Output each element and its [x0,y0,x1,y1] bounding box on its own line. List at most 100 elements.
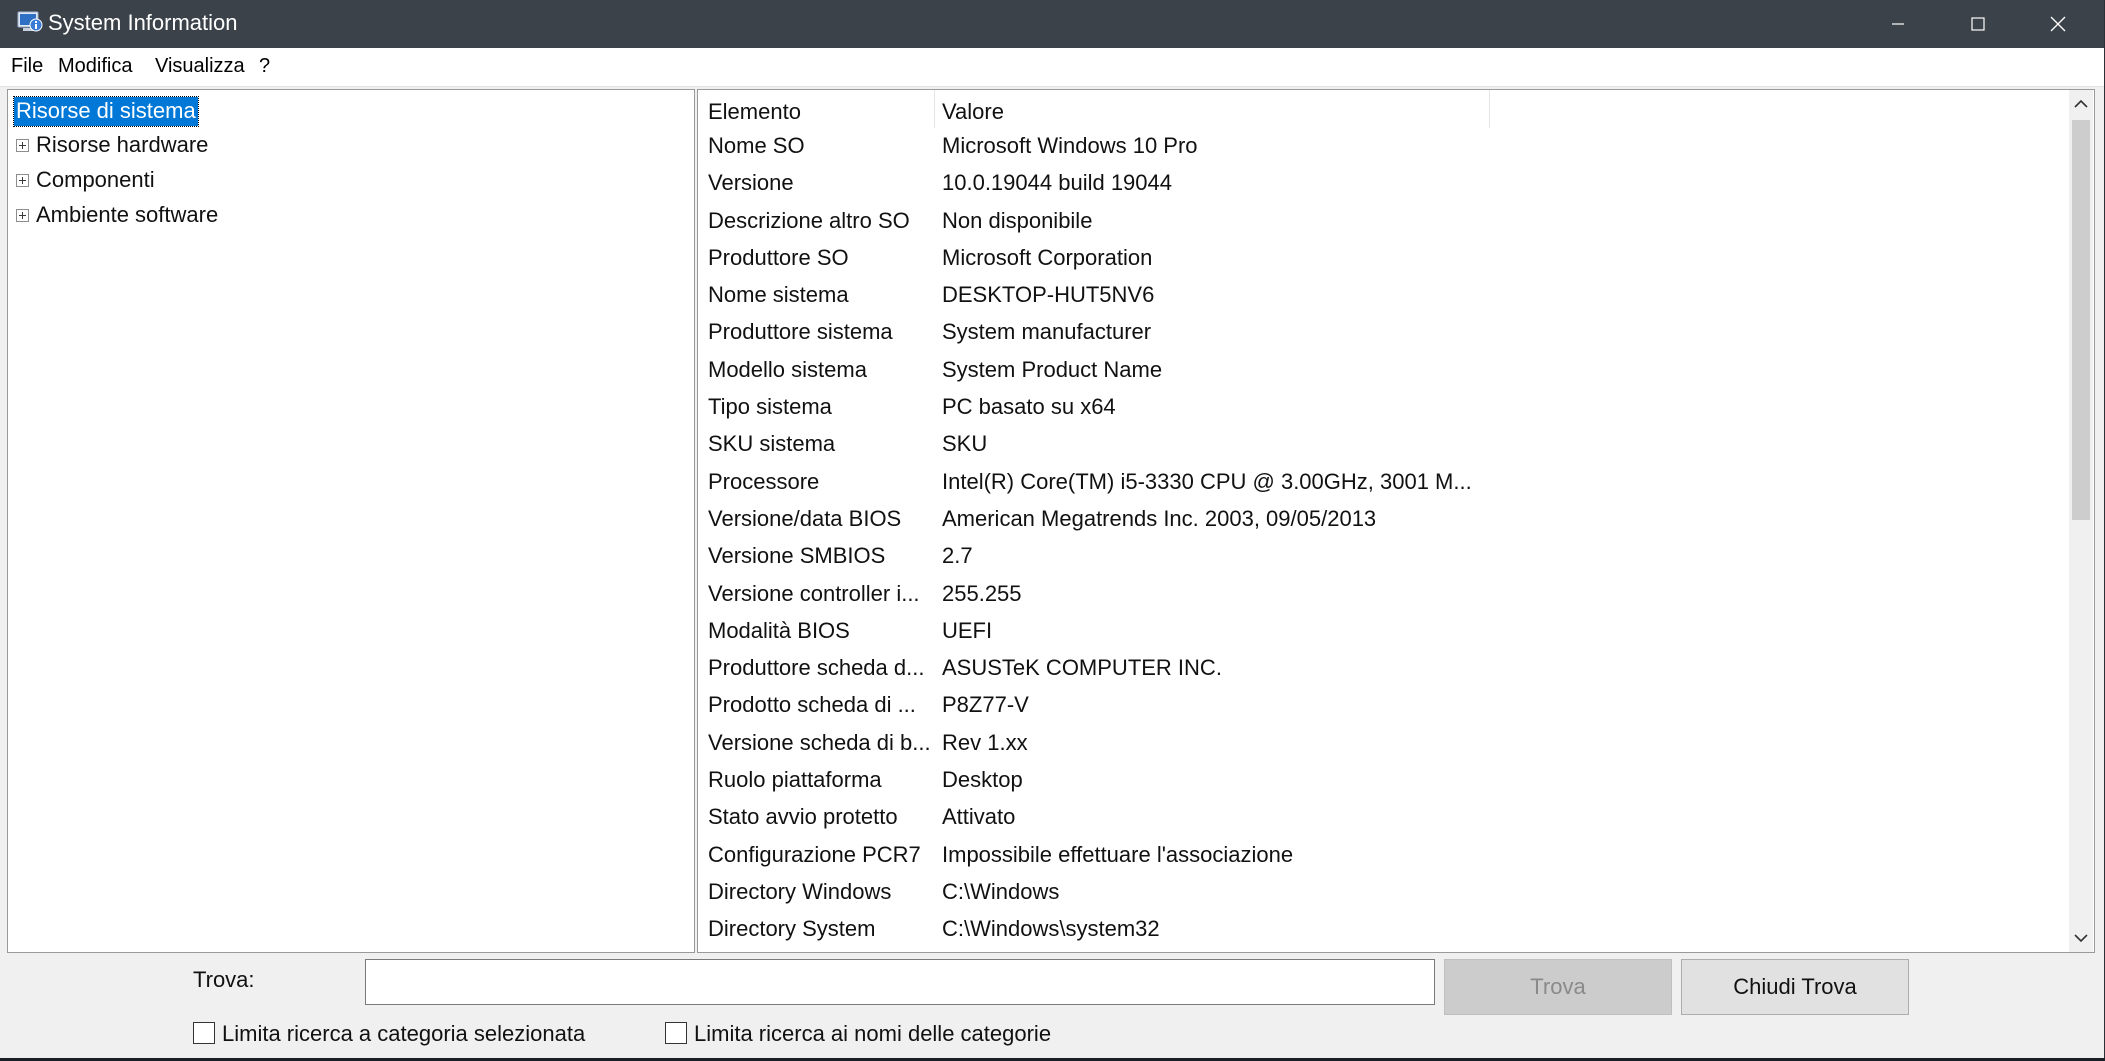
table-row[interactable]: Descrizione altro SO Non disponibile [698,203,2068,240]
table-row[interactable]: Configurazione PCR7 Impossibile effettuar… [698,837,2068,874]
table-row[interactable]: Versione scheda di b... Rev 1.xx [698,725,2068,762]
vertical-scrollbar[interactable] [2069,90,2093,952]
menu-help[interactable]: ? [259,55,270,78]
row-element-value: PC basato su x64 [942,394,1116,420]
row-element-value: SKU [942,431,988,457]
row-element-name: Processore [708,468,820,494]
row-element-name: Versione SMBIOS [708,543,886,569]
table-row[interactable]: Directory Windows C:\Windows [698,874,2068,911]
category-tree[interactable]: Risorse di sistema Risorse hardware Comp… [7,89,695,953]
expand-icon[interactable] [16,174,29,187]
limit-names-checkbox[interactable]: Limita ricerca ai nomi delle categorie [665,1020,1085,1046]
table-row[interactable]: Modello sistema System Product Name [698,352,2068,389]
row-element-name: SKU sistema [708,431,836,457]
row-element-name: Versione controller i... [708,580,920,606]
table-row[interactable]: Processore Intel(R) Core(TM) i5-3330 CPU … [698,464,2068,501]
window-title: System Information [48,10,238,35]
maximize-icon [1971,17,1985,31]
row-element-name: Versione/data BIOS [708,505,902,531]
scroll-up-button[interactable] [2069,90,2093,118]
table-row[interactable]: SKU sistema SKU [698,426,2068,463]
row-element-value: ASUSTeK COMPUTER INC. [942,655,1222,681]
menu-visualizza[interactable]: Visualizza [155,55,245,78]
row-element-name: Prodotto scheda di ... [708,692,916,718]
table-row[interactable]: Versione controller i... 255.255 [698,576,2068,613]
tree-item-label: Componenti [36,167,155,192]
row-element-name: Ruolo piattaforma [708,767,882,793]
table-row[interactable]: Directory System C:\Windows\system32 [698,911,2068,948]
find-label: Trova: [193,967,255,992]
row-element-value: 10.0.19044 build 19044 [942,170,1172,196]
minimize-button[interactable] [1858,0,1938,48]
row-element-name: Nome sistema [708,282,849,308]
row-element-value: System Product Name [942,356,1163,382]
row-element-value: C:\Windows\system32 [942,916,1160,942]
column-divider[interactable] [1489,90,1490,128]
row-element-name: Stato avvio protetto [708,804,898,830]
table-row[interactable]: Produttore sistema System manufacturer [698,314,2068,351]
list-rows: Nome SO Microsoft Windows 10 Pro Versione 1… [698,128,2068,949]
table-row[interactable]: Ruolo piattaforma Desktop [698,762,2068,799]
tree-item-label: Risorse hardware [36,132,209,157]
close-button[interactable] [2018,0,2098,48]
row-element-name: Modalità BIOS [708,617,850,643]
menu-file[interactable]: File [11,55,43,78]
menu-bar: File Modifica Visualizza ? [0,48,2104,87]
close-find-button[interactable]: Chiudi Trova [1681,959,1909,1015]
table-row[interactable]: Produttore scheda d... ASUSTeK COMPUTER I… [698,650,2068,687]
chevron-up-icon [2074,99,2088,108]
table-row[interactable]: Tipo sistema PC basato su x64 [698,389,2068,426]
table-row[interactable]: Nome SO Microsoft Windows 10 Pro [698,128,2068,165]
row-element-value: C:\Windows [942,878,1060,904]
tree-item-risorse-di-sistema[interactable]: Risorse di sistema [13,96,199,127]
column-header-valore[interactable]: Valore [942,99,1004,125]
row-element-value: Microsoft Windows 10 Pro [942,133,1198,158]
table-row[interactable]: Versione/data BIOS American Megatrends In… [698,501,2068,538]
scroll-thumb[interactable] [2072,120,2090,520]
checkbox-label: Limita ricerca a categoria selezionata [222,1021,586,1046]
row-element-name: Directory System [708,916,876,942]
row-element-name: Configurazione PCR7 [708,841,921,867]
table-row[interactable]: Nome sistema DESKTOP-HUT5NV6 [698,277,2068,314]
find-button[interactable]: Trova [1444,959,1672,1015]
row-element-value: P8Z77-V [942,692,1029,718]
scroll-down-button[interactable] [2069,924,2093,952]
maximize-button[interactable] [1938,0,2018,48]
minimize-icon [1892,23,1904,25]
table-row[interactable]: Produttore SO Microsoft Corporation [698,240,2068,277]
row-element-value: 2.7 [942,543,973,569]
row-element-name: Tipo sistema [708,394,832,420]
table-row[interactable]: Modalità BIOS UEFI [698,613,2068,650]
column-header-elemento[interactable]: Elemento [708,99,801,125]
system-information-icon [17,10,43,34]
expand-icon[interactable] [16,139,29,152]
column-divider[interactable] [934,90,935,128]
table-row[interactable]: Versione SMBIOS 2.7 [698,538,2068,575]
details-list[interactable]: Elemento Valore Nome SO Microsoft Windows… [697,89,2095,953]
table-row[interactable]: Stato avvio protetto Attivato [698,799,2068,836]
table-row[interactable]: Prodotto scheda di ... P8Z77-V [698,687,2068,724]
menu-modifica[interactable]: Modifica [58,55,132,78]
row-element-value: American Megatrends Inc. 2003, 09/05/201… [942,505,1377,531]
row-element-name: Descrizione altro SO [708,207,910,233]
row-element-name: Versione [708,170,794,196]
row-element-name: Versione scheda di b... [708,729,931,755]
checkbox-box[interactable] [665,1022,687,1044]
expand-icon[interactable] [16,209,29,222]
row-element-value: Desktop [942,767,1023,793]
checkbox-box[interactable] [193,1022,215,1044]
find-input[interactable] [365,959,1435,1005]
row-element-value: Non disponibile [942,207,1093,233]
tree-item-label: Ambiente software [36,202,219,227]
row-element-name: Produttore sistema [708,319,893,345]
row-element-value: Intel(R) Core(TM) i5-3330 CPU @ 3.00GHz,… [942,468,1472,494]
list-header: Elemento Valore [698,90,2068,128]
row-element-value: Rev 1.xx [942,729,1028,755]
row-element-value: 255.255 [942,580,1022,606]
limit-category-checkbox[interactable]: Limita ricerca a categoria selezionata [193,1020,613,1046]
title-bar[interactable]: System Information [0,0,2104,48]
row-element-name: Nome SO [708,133,805,158]
chevron-down-icon [2074,934,2088,943]
row-element-value: UEFI [942,617,993,643]
table-row[interactable]: Versione 10.0.19044 build 19044 [698,165,2068,202]
